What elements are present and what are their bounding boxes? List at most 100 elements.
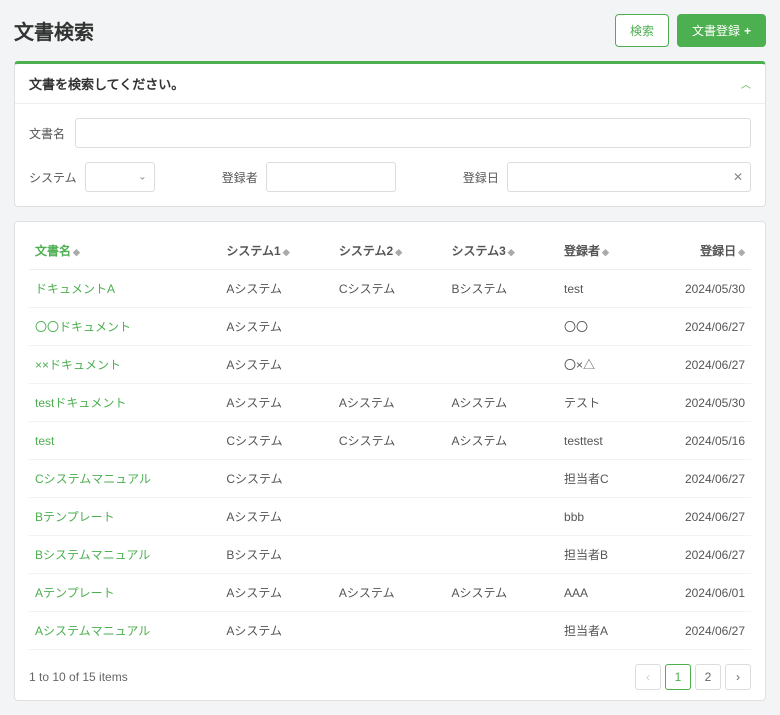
cell-system1: Aシステム [220, 498, 333, 536]
cell-system3: Aシステム [445, 422, 558, 460]
cell-registrant: 担当者C [558, 460, 643, 498]
cell-doc-name: Bシステムマニュアル [29, 536, 220, 574]
cell-system3 [445, 346, 558, 384]
cell-system2 [333, 536, 446, 574]
cell-date: 2024/05/30 [643, 270, 751, 308]
clear-icon[interactable]: ✕ [733, 170, 743, 184]
system-label: システム [29, 169, 77, 186]
table-row: testCシステムCシステムAシステムtesttest2024/05/16 [29, 422, 751, 460]
cell-registrant: 担当者B [558, 536, 643, 574]
page-prev[interactable]: ‹ [635, 664, 661, 690]
doc-name-label: 文書名 [29, 125, 65, 142]
search-button[interactable]: 検索 [615, 14, 669, 47]
cell-registrant: 〇〇 [558, 308, 643, 346]
doc-link[interactable]: Aテンプレート [35, 586, 115, 600]
cell-date: 2024/05/30 [643, 384, 751, 422]
cell-doc-name: ドキュメントA [29, 270, 220, 308]
registrant-input[interactable] [266, 162, 396, 192]
col-date[interactable]: 登録日◆ [643, 232, 751, 270]
cell-system1: Bシステム [220, 536, 333, 574]
results-panel: 文書名◆ システム1◆ システム2◆ システム3◆ 登録者◆ 登録日◆ ドキュメ… [14, 221, 766, 701]
col-doc-name[interactable]: 文書名◆ [29, 232, 220, 270]
cell-system1: Aシステム [220, 270, 333, 308]
cell-system1: Aシステム [220, 308, 333, 346]
col-registrant[interactable]: 登録者◆ [558, 232, 643, 270]
table-row: ××ドキュメント Aシステム 〇×△2024/06/27 [29, 346, 751, 384]
cell-system2: Cシステム [333, 422, 446, 460]
search-panel-body: 文書名 システム ⌄ 登録者 登録日 [15, 104, 765, 206]
cell-system1: Aシステム [220, 346, 333, 384]
cell-doc-name: Bテンプレート [29, 498, 220, 536]
date-input[interactable] [507, 162, 751, 192]
doc-link[interactable]: Aシステムマニュアル [35, 624, 150, 638]
doc-link[interactable]: Cシステムマニュアル [35, 472, 151, 486]
table-row: testドキュメントAシステムAシステムAシステムテスト2024/05/30 [29, 384, 751, 422]
doc-link[interactable]: testドキュメント [35, 396, 126, 410]
page-2[interactable]: 2 [695, 664, 721, 690]
cell-date: 2024/05/16 [643, 422, 751, 460]
table-row: 〇〇ドキュメントAシステム〇〇2024/06/27 [29, 308, 751, 346]
doc-link[interactable]: Bテンプレート [35, 510, 115, 524]
sort-icon: ◆ [602, 247, 609, 257]
cell-registrant: 担当者A [558, 612, 643, 650]
table-row: BシステムマニュアルBシステム担当者B2024/06/27 [29, 536, 751, 574]
cell-system2: Aシステム [333, 384, 446, 422]
col-registrant-label: 登録者 [564, 244, 600, 258]
cell-system3 [445, 612, 558, 650]
sort-icon: ◆ [738, 247, 745, 257]
cell-system2: Aシステム [333, 574, 446, 612]
cell-registrant: testtest [558, 422, 643, 460]
cell-doc-name: 〇〇ドキュメント [29, 308, 220, 346]
cell-system2 [333, 346, 446, 384]
cell-system2 [333, 460, 446, 498]
col-system3-label: システム3 [451, 244, 505, 258]
cell-system2 [333, 612, 446, 650]
cell-registrant: テスト [558, 384, 643, 422]
cell-registrant: 〇×△ [558, 346, 643, 384]
search-panel-header[interactable]: 文書を検索してください。 ︿ [15, 64, 765, 104]
register-button-label: 文書登録 [692, 22, 740, 39]
doc-link[interactable]: ××ドキュメント [35, 358, 121, 372]
cell-date: 2024/06/27 [643, 612, 751, 650]
cell-system1: Aシステム [220, 612, 333, 650]
cell-system3 [445, 308, 558, 346]
page-1[interactable]: 1 [665, 664, 691, 690]
cell-system2 [333, 308, 446, 346]
cell-system3 [445, 460, 558, 498]
cell-date: 2024/06/27 [643, 346, 751, 384]
search-panel-title: 文書を検索してください。 [29, 74, 184, 93]
chevron-up-icon: ︿ [741, 76, 751, 91]
cell-system3: Aシステム [445, 574, 558, 612]
doc-link[interactable]: 〇〇ドキュメント [35, 320, 131, 334]
table-row: CシステムマニュアルCシステム担当者C2024/06/27 [29, 460, 751, 498]
sort-icon: ◆ [283, 247, 290, 257]
col-system3[interactable]: システム3◆ [445, 232, 558, 270]
cell-system3: Aシステム [445, 384, 558, 422]
cell-system3 [445, 536, 558, 574]
sort-icon: ◆ [73, 247, 80, 257]
system-select[interactable] [85, 162, 155, 192]
table-row: Aシステムマニュアル Aシステム 担当者A2024/06/27 [29, 612, 751, 650]
doc-link[interactable]: ドキュメントA [35, 282, 115, 296]
register-button[interactable]: 文書登録 + [677, 14, 766, 47]
cell-system1: Aシステム [220, 574, 333, 612]
page-next[interactable]: › [725, 664, 751, 690]
cell-registrant: bbb [558, 498, 643, 536]
cell-system2: Cシステム [333, 270, 446, 308]
cell-registrant: test [558, 270, 643, 308]
col-system2[interactable]: システム2◆ [333, 232, 446, 270]
results-table: 文書名◆ システム1◆ システム2◆ システム3◆ 登録者◆ 登録日◆ ドキュメ… [29, 232, 751, 650]
doc-name-input[interactable] [75, 118, 751, 148]
doc-link[interactable]: test [35, 434, 54, 448]
cell-system3 [445, 498, 558, 536]
cell-system1: Aシステム [220, 384, 333, 422]
table-row: Bテンプレート Aシステム bbb2024/06/27 [29, 498, 751, 536]
cell-doc-name: ××ドキュメント [29, 346, 220, 384]
pagination: ‹ 1 2 › [635, 664, 751, 690]
col-doc-name-label: 文書名 [35, 244, 71, 258]
doc-link[interactable]: Bシステムマニュアル [35, 548, 150, 562]
cell-date: 2024/06/27 [643, 498, 751, 536]
col-system1[interactable]: システム1◆ [220, 232, 333, 270]
plus-icon: + [744, 24, 751, 38]
cell-system2 [333, 498, 446, 536]
